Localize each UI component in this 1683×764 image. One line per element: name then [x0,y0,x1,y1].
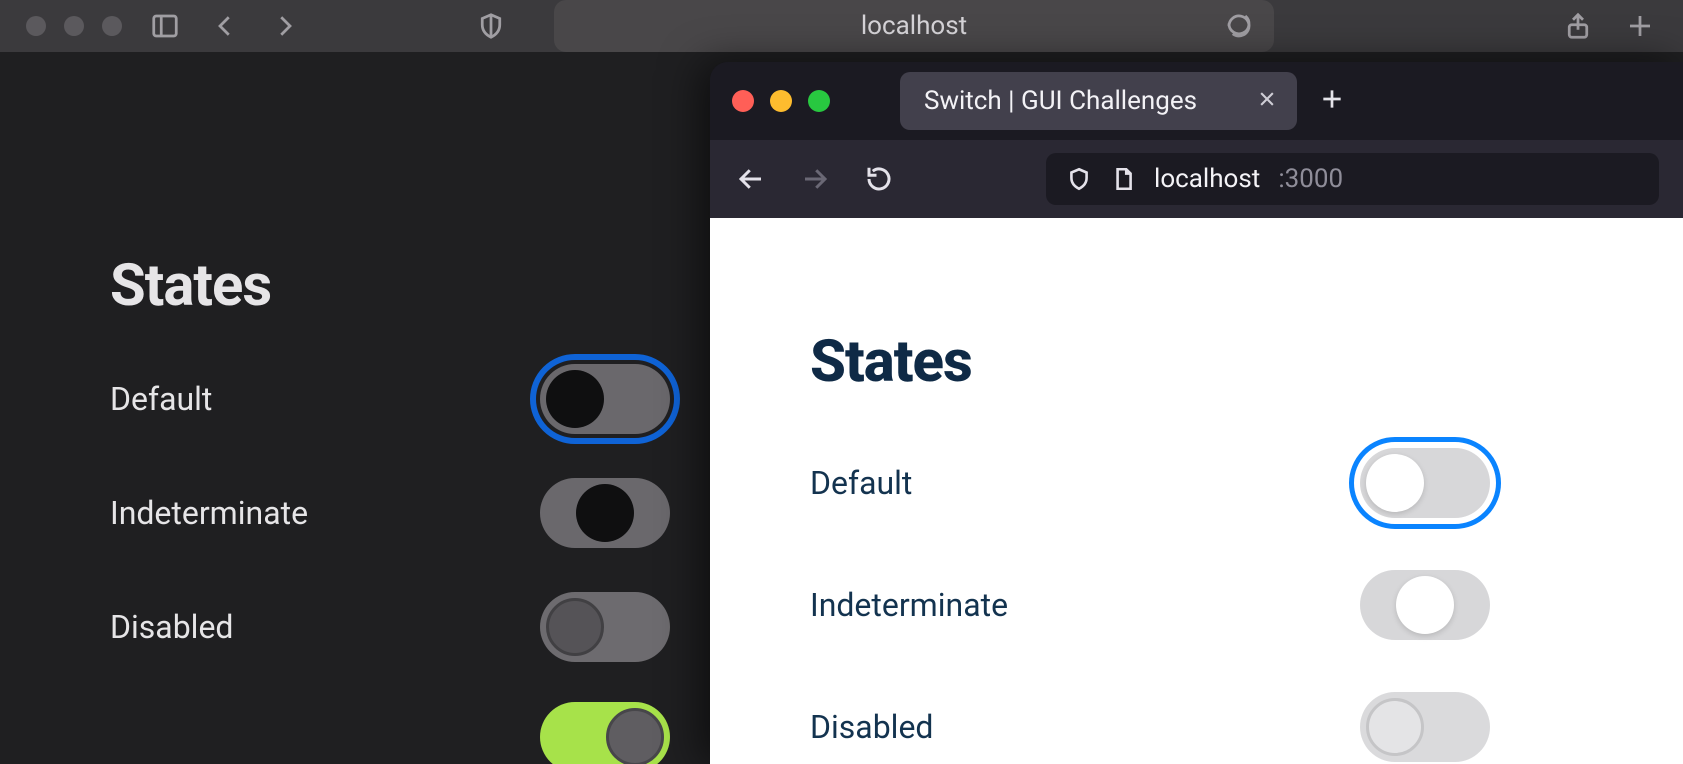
forward-icon[interactable] [268,9,302,43]
firefox-window: Switch | GUI Challenges localhost :3000 [710,62,1683,764]
firefox-tabbar: Switch | GUI Challenges [710,62,1683,140]
back-icon[interactable] [734,162,768,196]
new-tab-button[interactable] [1319,86,1345,116]
forward-icon [798,162,832,196]
state-row-indeterminate: Indeterminate [110,478,670,548]
safari-address-bar[interactable]: localhost [554,0,1274,52]
browser-tab[interactable]: Switch | GUI Challenges [900,72,1297,130]
switch-default[interactable] [1360,448,1490,518]
firefox-maximize-button[interactable] [808,90,830,112]
switch-disabled [540,592,670,662]
firefox-toolbar: localhost :3000 [710,140,1683,218]
share-icon[interactable] [1561,9,1595,43]
firefox-minimize-button[interactable] [770,90,792,112]
state-label: Default [810,464,912,502]
state-row-default: Default [110,364,670,434]
state-row-disabled: Disabled [110,592,670,662]
switch-indeterminate[interactable] [540,478,670,548]
reload-icon[interactable] [1222,9,1256,43]
state-label: Indeterminate [110,494,308,532]
address-port: :3000 [1278,164,1343,194]
state-label: Disabled [110,608,233,646]
shield-icon[interactable] [1066,166,1092,192]
safari-toolbar: localhost [0,0,1683,52]
safari-address-text: localhost [861,11,967,41]
switch-default[interactable] [540,364,670,434]
firefox-page-content: States Default Indeterminate Disabled [710,218,1683,764]
switch-disabled-checked [540,702,670,764]
reload-icon[interactable] [862,162,896,196]
page-title: States [810,328,1683,396]
shield-icon[interactable] [474,9,508,43]
state-row-indeterminate: Indeterminate [810,570,1490,640]
safari-close-button[interactable] [26,16,46,36]
firefox-close-button[interactable] [732,90,754,112]
switch-indeterminate[interactable] [1360,570,1490,640]
state-row-disabled: Disabled [810,692,1490,762]
back-icon[interactable] [208,9,242,43]
safari-traffic-lights [26,16,122,36]
state-label: Indeterminate [810,586,1008,624]
safari-maximize-button[interactable] [102,16,122,36]
state-label: Default [110,380,212,418]
document-icon [1110,166,1136,192]
tab-title: Switch | GUI Challenges [924,86,1197,116]
safari-minimize-button[interactable] [64,16,84,36]
state-row-disabled-checked [110,702,670,764]
close-icon[interactable] [1257,86,1277,116]
firefox-traffic-lights [732,90,830,112]
switch-disabled [1360,692,1490,762]
state-label: Disabled [810,708,933,746]
firefox-address-bar[interactable]: localhost :3000 [1046,153,1659,205]
address-host: localhost [1154,164,1260,194]
sidebar-icon[interactable] [148,9,182,43]
state-row-default: Default [810,448,1490,518]
new-tab-icon[interactable] [1623,9,1657,43]
